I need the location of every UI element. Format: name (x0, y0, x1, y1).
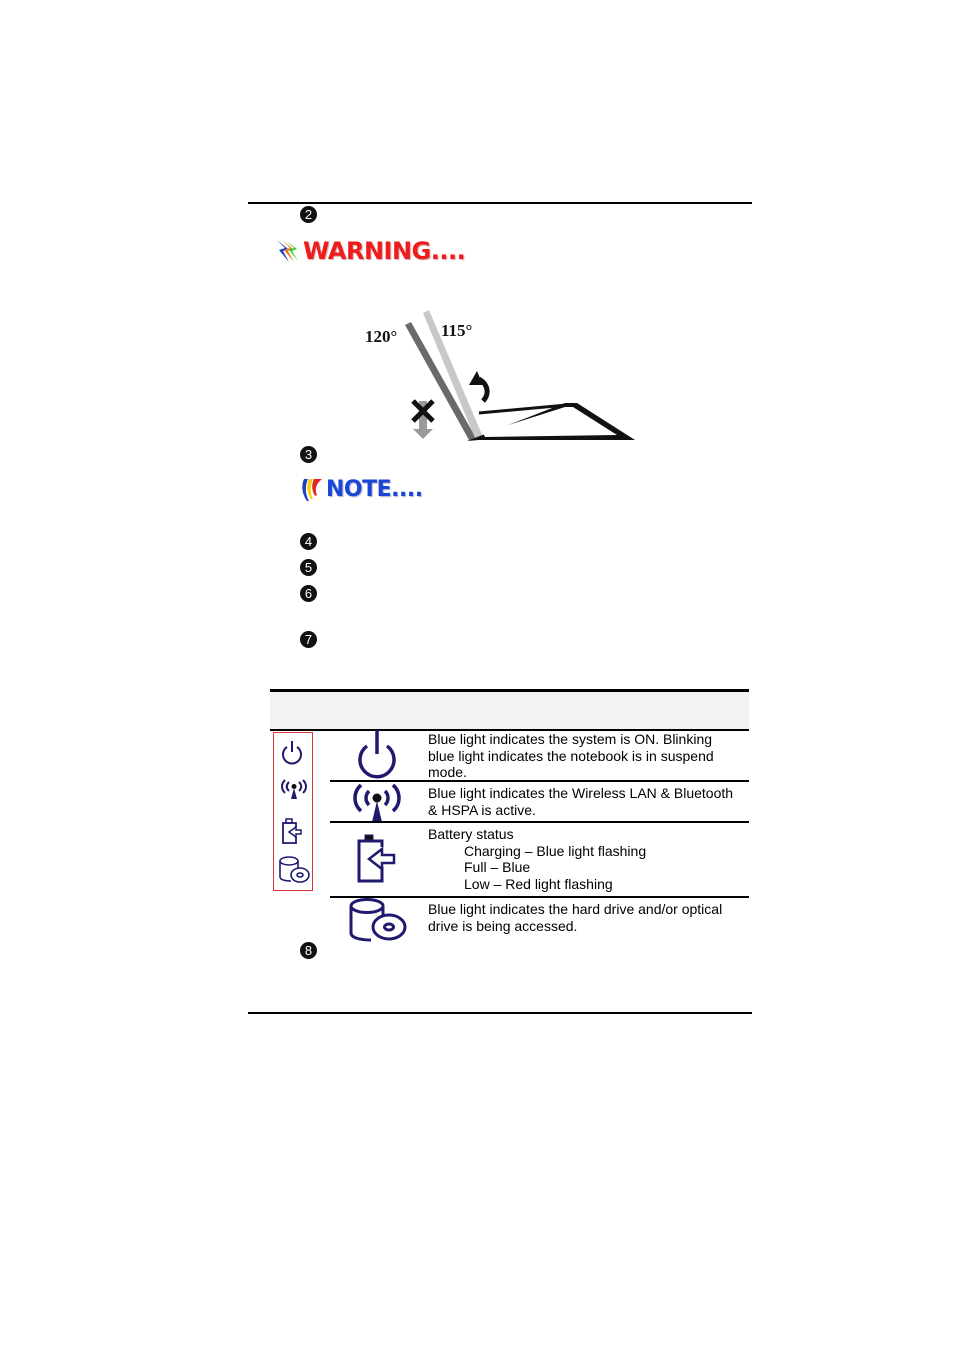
desc-line: blue light indicates the notebook is in … (428, 747, 714, 764)
battery-state-full: Full – Blue (464, 859, 531, 875)
step-badge-8: 8 (300, 942, 317, 959)
indicator-legend-box (273, 732, 313, 891)
desc-line: Blue light indicates the system is ON. B… (428, 731, 713, 747)
warning-lightning-icon (277, 240, 298, 262)
step-badge-4: 4 (300, 533, 317, 550)
desc-line: mode. (428, 764, 467, 780)
power-description: Blue light indicates the system is ON. B… (428, 731, 750, 781)
wireless-description: Blue light indicates the Wireless LAN & … (428, 785, 750, 818)
angle-115-label: 115° (441, 321, 472, 340)
header-rule (248, 202, 752, 204)
drive-icon-small (279, 856, 310, 883)
row-separator (330, 821, 749, 823)
power-icon-small (282, 741, 302, 765)
note-callout: NOTE.... (300, 474, 423, 504)
note-label: NOTE.... (326, 476, 423, 502)
battery-state-charging: Charging – Blue light flashing (464, 842, 647, 859)
battery-icon-small (282, 818, 302, 844)
note-swoosh-icon (302, 479, 322, 501)
desc-line: drive is being accessed. (428, 917, 578, 934)
step-badge-5: 5 (300, 559, 317, 576)
screen-angle-figure: 120° 115° (355, 305, 645, 450)
battery-state-low: Low – Red light flashing (464, 875, 613, 892)
step-badge-7: 7 (300, 631, 317, 648)
step-badge-2: 2 (300, 206, 317, 223)
step-badge-3: 3 (300, 446, 317, 463)
drive-description: Blue light indicates the hard drive and/… (428, 901, 750, 934)
table-header-row (270, 692, 749, 729)
battery-icon (357, 834, 396, 883)
angle-120-label: 120° (365, 327, 397, 346)
battery-description: Battery status Charging – Blue light fla… (428, 826, 750, 892)
desc-line: Blue light indicates the hard drive and/… (428, 901, 723, 917)
warning-label: WARNING.... (303, 237, 466, 265)
drive-icon (349, 898, 407, 942)
warning-callout: WARNING.... (275, 234, 466, 268)
wireless-icon-small (281, 779, 307, 799)
battery-status-title: Battery status (428, 826, 514, 842)
wireless-icon (353, 783, 401, 822)
footer-rule (248, 1012, 752, 1014)
power-icon (358, 730, 396, 779)
step-badge-6: 6 (300, 585, 317, 602)
desc-line: Blue light indicates the Wireless LAN & … (428, 785, 734, 801)
desc-line: & HSPA is active. (428, 801, 536, 818)
